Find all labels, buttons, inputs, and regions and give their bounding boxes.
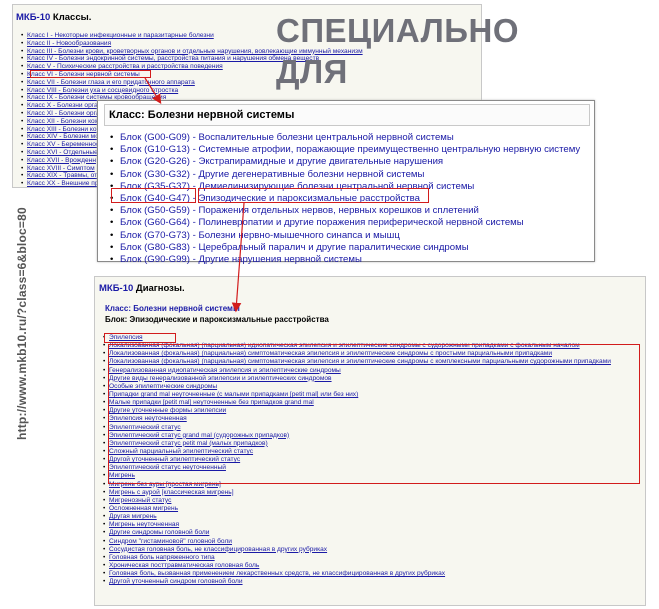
arrow-to-class [144,77,162,105]
arrows-overlay [144,77,245,313]
arrow-to-diagnoses [231,202,245,313]
